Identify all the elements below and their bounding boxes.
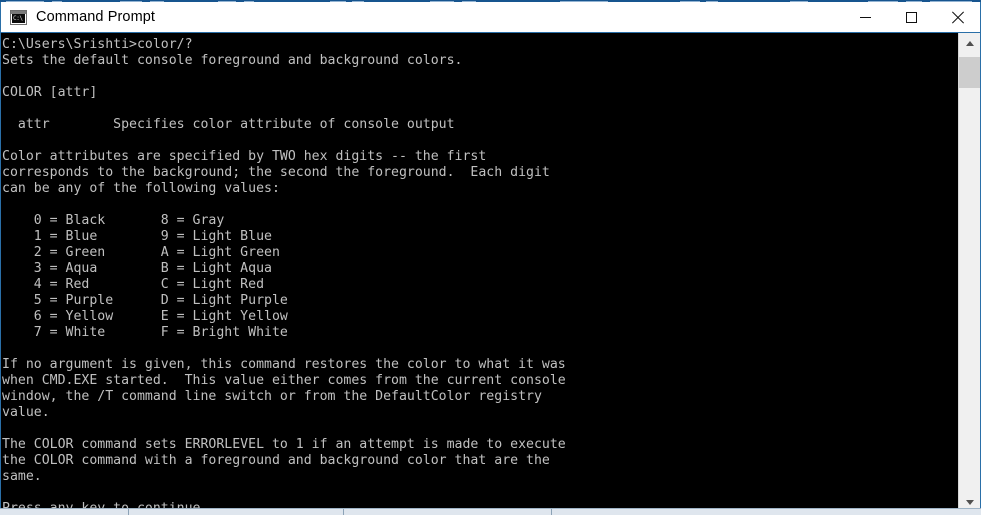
minimize-icon xyxy=(859,16,871,18)
maximize-button[interactable] xyxy=(888,2,934,32)
scroll-up-button[interactable] xyxy=(959,33,980,53)
scroll-down-arrow-icon xyxy=(965,499,974,505)
desktop-background: C:\ Command Prompt C:\Users\Srishti>colo… xyxy=(0,0,981,515)
window-controls xyxy=(842,2,980,32)
scrollbar-track[interactable] xyxy=(959,53,980,492)
maximize-icon xyxy=(905,11,917,23)
command-prompt-icon: C:\ xyxy=(10,9,27,25)
close-icon xyxy=(951,11,964,24)
minimize-button[interactable] xyxy=(842,2,888,32)
console-area[interactable]: C:\Users\Srishti>color/? Sets the defaul… xyxy=(1,32,980,512)
command-prompt-icon-glyph: C:\ xyxy=(12,13,25,23)
console-scrollbar[interactable] xyxy=(958,33,980,512)
scrollbar-thumb[interactable] xyxy=(959,57,980,88)
window-title: Command Prompt xyxy=(36,9,156,25)
close-button[interactable] xyxy=(934,2,980,32)
scroll-up-arrow-icon xyxy=(965,40,974,46)
title-bar[interactable]: C:\ Command Prompt xyxy=(1,2,980,32)
command-prompt-window: C:\ Command Prompt C:\Users\Srishti>colo… xyxy=(0,2,981,513)
background-window-bottom-edge xyxy=(0,508,981,515)
console-output[interactable]: C:\Users\Srishti>color/? Sets the defaul… xyxy=(1,33,958,512)
